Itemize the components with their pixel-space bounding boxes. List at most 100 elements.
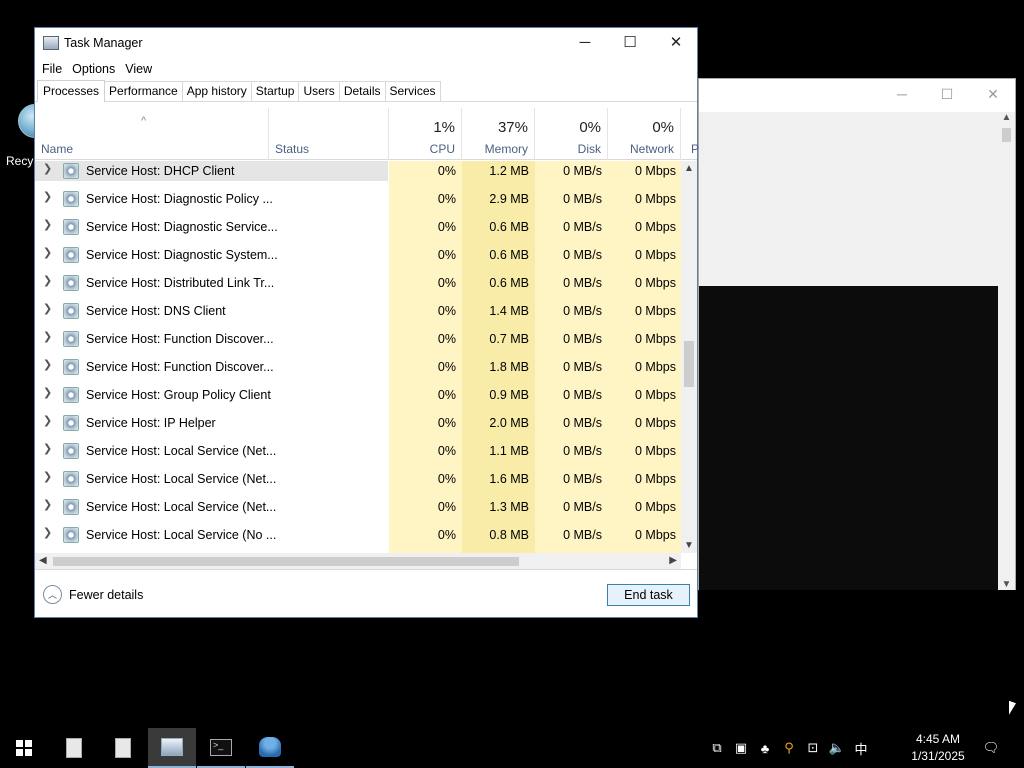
bg-close-button[interactable]: ✕ [978,83,1008,105]
expand-chevron-icon[interactable]: ❯ [43,302,52,315]
process-rows: ❯ Service Host: DHCP Client 0% 1.2 MB 0 MB/s… [35,161,681,553]
taskbar-command-prompt[interactable]: >_ [197,728,245,768]
notification-center-icon[interactable]: 🗨 [980,728,1002,768]
scroll-up-arrow-icon[interactable]: ▲ [681,163,697,174]
scroll-right-arrow-icon[interactable]: ▶ [669,555,677,566]
vertical-scroll-thumb[interactable] [684,341,694,387]
expand-chevron-icon[interactable]: ❯ [43,330,52,343]
process-row[interactable]: ❯ Service Host: Local Service (No ... 0% 0.… [35,525,681,553]
network-icon[interactable]: ⊡ [802,728,824,768]
footer-bar: ︿ Fewer details End task [35,569,697,618]
taskbar: >_ ⧉ ▣ ♣ ⚲ ⊡ 🔈 中 4:45 AM 1/31/2025 🗨 [0,728,1024,768]
column-header-cpu[interactable]: 1% CPU [389,108,462,160]
expand-chevron-icon[interactable]: ❯ [43,218,52,231]
expand-chevron-icon[interactable]: ❯ [43,358,52,371]
process-name: Service Host: Local Service (Net... [86,444,277,458]
column-header-memory[interactable]: 37% Memory [462,108,535,160]
process-row[interactable]: ❯ Service Host: IP Helper 0% 2.0 MB 0 MB/s 0 … [35,413,681,441]
fewer-details-button[interactable]: ︿ Fewer details [43,585,143,604]
process-row[interactable]: ❯ Service Host: Function Discover... 0% 0.7… [35,329,681,357]
expand-chevron-icon[interactable]: ❯ [43,470,52,483]
process-network: 0 Mbps [635,192,676,206]
scroll-left-arrow-icon[interactable]: ◀ [39,555,47,566]
title-bar[interactable]: Task Manager ─ ☐ ✕ [35,28,697,58]
process-row[interactable]: ❯ Service Host: Diagnostic Policy ... 0% 2.… [35,189,681,217]
expand-chevron-icon[interactable]: ❯ [43,414,52,427]
background-window[interactable]: ─ ☐ ✕ ▲ ▼ [698,78,1016,590]
horizontal-scrollbar[interactable]: ◀ ▶ [35,553,681,570]
tab-performance[interactable]: Performance [104,81,183,101]
horizontal-scroll-thumb[interactable] [53,557,519,566]
menu-view[interactable]: View [120,62,157,76]
expand-chevron-icon[interactable]: ❯ [43,386,52,399]
volume-muted-icon[interactable]: 🔈 [826,728,848,768]
tab-app-history[interactable]: App history [181,81,252,101]
service-gear-icon [63,387,79,403]
process-row[interactable]: ❯ Service Host: Diagnostic Service... 0% 0.… [35,217,681,245]
expand-chevron-icon[interactable]: ❯ [43,442,52,455]
scroll-down-arrow-icon[interactable]: ▼ [681,540,697,551]
process-row[interactable]: ❯ Service Host: Distributed Link Tr... 0% 0… [35,273,681,301]
process-row[interactable]: ❯ Service Host: Group Policy Client 0% 0.9 … [35,385,681,413]
process-row[interactable]: ❯ Service Host: Function Discover... 0% 1.8… [35,357,681,385]
end-task-button[interactable]: End task [607,584,690,606]
tab-details[interactable]: Details [338,81,386,101]
column-status-label: Status [275,142,310,156]
taskbar-file-1[interactable] [50,728,98,768]
column-header-status[interactable]: Status [269,108,389,160]
scroll-thumb[interactable] [1002,128,1011,142]
tab-services[interactable]: Services [384,81,441,101]
taskbar-people-app[interactable] [246,728,294,768]
minimize-button[interactable]: ─ [562,28,608,56]
clock-time: 4:45 AM [915,732,961,746]
tray-people-icon[interactable]: ♣ [754,728,776,768]
expand-chevron-icon[interactable]: ❯ [43,162,52,175]
column-header-network[interactable]: 0% Network [608,108,681,160]
process-row[interactable]: ❯ Service Host: Local Service (Net... 0% 1.… [35,497,681,525]
tray-app-icon[interactable]: ▣ [730,728,752,768]
process-disk: 0 MB/s [563,332,602,346]
taskbar-task-manager[interactable] [148,728,196,768]
close-button[interactable]: ✕ [653,28,699,56]
expand-chevron-icon[interactable]: ❯ [43,274,52,287]
start-button[interactable] [0,728,48,768]
column-header-name[interactable]: ^ Name [35,108,269,160]
background-window-scrollbar[interactable]: ▲ ▼ [998,112,1015,590]
maximize-button[interactable]: ☐ [607,28,653,56]
tab-processes[interactable]: Processes [37,80,106,102]
bg-minimize-button[interactable]: ─ [887,83,917,105]
taskbar-clock[interactable]: 4:45 AM 1/31/2025 [905,731,971,765]
process-cpu: 0% [437,444,456,458]
process-row[interactable]: ❯ Service Host: DHCP Client 0% 1.2 MB 0 MB/s… [35,161,681,189]
tab-users[interactable]: Users [298,81,340,101]
scroll-down-arrow-icon[interactable]: ▼ [998,579,1015,590]
search-icon[interactable]: ⚲ [778,728,800,768]
expand-chevron-icon[interactable]: ❯ [43,246,52,259]
expand-chevron-icon[interactable]: ❯ [43,498,52,511]
process-memory: 0.7 MB [489,332,529,346]
column-header-disk[interactable]: 0% Disk [535,108,608,160]
tab-startup[interactable]: Startup [250,81,300,101]
input-method-indicator[interactable]: 中 [850,728,872,768]
menu-file[interactable]: File [37,62,67,76]
scroll-up-arrow-icon[interactable]: ▲ [998,112,1015,123]
process-memory: 2.9 MB [489,192,529,206]
process-row[interactable]: ❯ Service Host: Diagnostic System... 0% 0.6… [35,245,681,273]
expand-chevron-icon[interactable]: ❯ [43,526,52,539]
vertical-scrollbar[interactable]: ▲ ▼ [681,161,697,553]
bg-maximize-button[interactable]: ☐ [932,83,962,105]
process-cpu: 0% [437,220,456,234]
process-row[interactable]: ❯ Service Host: Local Service (Net... 0% 1.… [35,441,681,469]
background-window-titlebar[interactable]: ─ ☐ ✕ [699,79,1015,109]
process-name: Service Host: Function Discover... [86,360,274,374]
task-manager-window[interactable]: Task Manager ─ ☐ ✕ File Options View Pro… [34,27,699,618]
column-header-power[interactable]: P [681,108,699,160]
expand-chevron-icon[interactable]: ❯ [43,190,52,203]
menu-options[interactable]: Options [67,62,120,76]
disk-total-percent: 0% [579,119,601,136]
process-row[interactable]: ❯ Service Host: Local Service (Net... 0% 1.… [35,469,681,497]
process-row[interactable]: ❯ Service Host: DNS Client 0% 1.4 MB 0 MB/s 0… [35,301,681,329]
taskbar-file-2[interactable] [99,728,147,768]
process-cpu: 0% [437,192,456,206]
task-view-icon[interactable]: ⧉ [706,728,728,768]
